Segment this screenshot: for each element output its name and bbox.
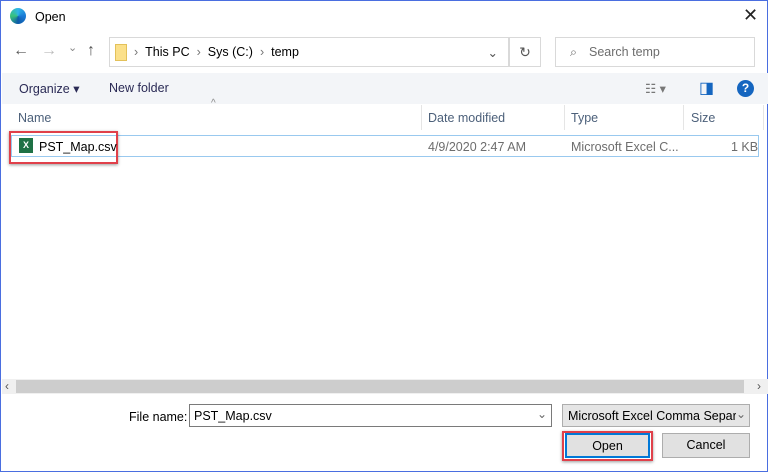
search-placeholder: Search temp xyxy=(589,45,660,59)
column-type[interactable]: Type xyxy=(571,111,598,125)
file-name-input[interactable]: PST_Map.csv xyxy=(189,404,552,427)
help-icon[interactable]: ? xyxy=(737,80,754,97)
close-button[interactable]: ✕ xyxy=(743,5,758,26)
scrollbar-thumb[interactable] xyxy=(16,380,744,393)
file-name[interactable]: PST_Map.csv xyxy=(39,140,117,154)
address-bar[interactable]: › This PC › Sys (C:) › temp ⌄ xyxy=(109,37,509,67)
view-options-icon[interactable]: ☷ ▾ xyxy=(645,81,666,96)
organize-button[interactable]: Organize ▾ xyxy=(19,81,79,96)
column-divider[interactable] xyxy=(564,105,565,130)
file-name-label: File name: xyxy=(129,410,188,424)
window-title: Open xyxy=(35,10,66,24)
address-dropdown-icon[interactable]: ⌄ xyxy=(488,45,498,60)
preview-pane-icon[interactable]: ◨ xyxy=(699,78,714,98)
up-arrow-icon[interactable]: ↑ xyxy=(87,42,95,60)
column-divider[interactable] xyxy=(763,105,764,130)
breadcrumb-sys-c[interactable]: Sys (C:) xyxy=(208,45,253,59)
column-divider[interactable] xyxy=(421,105,422,130)
breadcrumb-temp[interactable]: temp xyxy=(271,45,299,59)
column-size[interactable]: Size xyxy=(691,111,715,125)
cancel-button[interactable]: Cancel xyxy=(662,433,750,458)
file-name-dropdown-icon[interactable]: ⌄ xyxy=(537,407,547,421)
breadcrumb-this-pc[interactable]: This PC xyxy=(145,45,189,59)
refresh-button[interactable]: ↻ xyxy=(509,37,541,67)
new-folder-button[interactable]: New folder xyxy=(109,81,169,95)
file-type-filter[interactable]: Microsoft Excel Comma Separa xyxy=(562,404,750,427)
column-divider[interactable] xyxy=(683,105,684,130)
chevron-icon: › xyxy=(196,45,201,59)
forward-arrow-icon[interactable]: → xyxy=(41,42,57,60)
search-input[interactable]: ⌕ Search temp xyxy=(555,37,755,67)
highlight-box xyxy=(562,431,653,461)
column-name[interactable]: Name xyxy=(18,111,51,125)
file-type: Microsoft Excel C... xyxy=(571,140,679,154)
open-dialog: Open ✕ ← → ⌄ ↑ › This PC › Sys (C:) › te… xyxy=(0,0,768,472)
back-arrow-icon[interactable]: ← xyxy=(13,42,29,60)
file-date: 4/9/2020 2:47 AM xyxy=(428,140,526,154)
scroll-right-icon[interactable]: › xyxy=(757,379,761,393)
excel-csv-icon: X xyxy=(19,138,33,153)
sort-ascending-icon: ^ xyxy=(211,98,216,109)
search-icon: ⌕ xyxy=(570,44,578,59)
file-size: 1 KB xyxy=(731,140,759,154)
column-date-modified[interactable]: Date modified xyxy=(428,111,505,125)
scroll-left-icon[interactable]: ‹ xyxy=(5,379,9,393)
recent-locations-icon[interactable]: ⌄ xyxy=(68,41,77,54)
filter-dropdown-icon[interactable]: ⌄ xyxy=(736,407,747,421)
chevron-icon: › xyxy=(259,45,265,59)
edge-logo-icon xyxy=(10,8,26,24)
chevron-icon: › xyxy=(134,45,139,59)
folder-icon xyxy=(115,43,127,61)
